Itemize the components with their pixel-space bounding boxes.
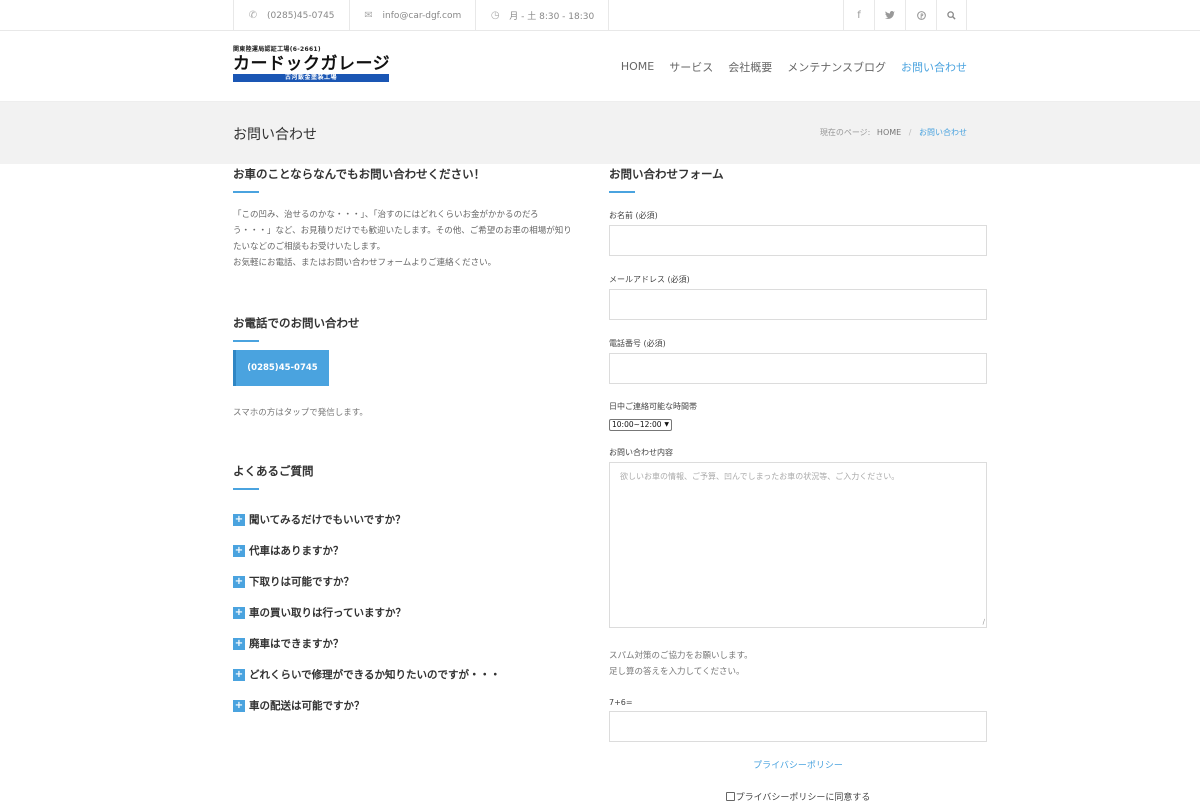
nav-services[interactable]: サービス [669, 59, 713, 75]
spam-note: スパム対策のご協力をお願いします。 足し算の答えを入力してください。 [609, 648, 987, 680]
message-placeholder: 欲しいお車の情報、ご予算、凹んでしまったお車の状況等、ご入力ください。 [620, 472, 900, 481]
faq-question: 車の配送は可能ですか？ [249, 700, 365, 712]
page-heading-bar: お問い合わせ 現在のページ: HOME / お問い合わせ [0, 102, 1200, 164]
title-underline [233, 191, 259, 193]
title-underline [233, 340, 259, 342]
plus-icon: + [233, 513, 245, 526]
nav-company[interactable]: 会社概要 [728, 59, 772, 75]
plus-icon: + [233, 668, 245, 681]
clock-icon: ◷ [490, 10, 500, 21]
email-field[interactable] [609, 289, 987, 320]
faq-question: どれくらいで修理ができるか知りたいのですが・・・ [249, 669, 501, 681]
time-select[interactable]: 10:00~12:00 ▼ [609, 419, 672, 431]
faq-item[interactable]: + 車の買い取りは行っていますか？ [233, 597, 588, 628]
intro-text: 「この凹み、治せるのかな・・・」、「治すのにはどれくらいお金がかかるのだろ う・… [233, 207, 588, 271]
faq-item[interactable]: + 代車はありますか？ [233, 535, 588, 566]
top-bar: ✆ (0285)45-0745 ✉ info@car-dgf.com ◷ 月 -… [0, 0, 1200, 31]
email-label: メールアドレス (必須) [609, 275, 690, 284]
faq-title: よくあるご質問 [233, 464, 314, 478]
spam-note-line: 足し算の答えを入力してください。 [609, 667, 745, 677]
intro-line: たいなどのご相談もお受けいたします。 [233, 242, 386, 252]
breadcrumb-separator: / [908, 128, 912, 137]
name-field[interactable] [609, 225, 987, 256]
intro-line: 「この凹み、治せるのかな・・・」、「治すのにはどれくらいお金がかかるのだろ [233, 210, 539, 220]
plus-icon: + [233, 575, 245, 588]
intro-title: お車のことならなんでもお問い合わせください！ [233, 167, 486, 181]
faq-item[interactable]: + 聞いてみるだけでもいいですか？ [233, 504, 588, 535]
nav-blog[interactable]: メンテナンスブログ [787, 59, 886, 75]
faq-question: 代車はありますか？ [249, 545, 344, 557]
plus-icon: + [233, 606, 245, 619]
faq-item[interactable]: + どれくらいで修理ができるか知りたいのですが・・・ [233, 659, 588, 690]
main-nav: HOME サービス 会社概要 メンテナンスブログ お問い合わせ [606, 31, 967, 102]
nav-home[interactable]: HOME [621, 60, 654, 73]
faq-question: 聞いてみるだけでもいいですか？ [249, 514, 406, 526]
intro-line: う・・・」など、お見積りだけでも歓迎いたします。その他、ご希望のお車の相場が知り [233, 226, 572, 236]
topbar-email-text: info@car-dgf.com [382, 10, 462, 21]
privacy-policy-link[interactable]: プライバシーポリシー [609, 758, 987, 771]
pinterest-icon[interactable] [905, 0, 936, 31]
logo-tagline: 関東陸運局認証工場(6-2661) [233, 46, 321, 53]
logo-name: カードックガレージ [233, 54, 391, 74]
plus-icon: + [233, 637, 245, 650]
message-textarea[interactable]: 欲しいお車の情報、ご予算、凹んでしまったお車の状況等、ご入力ください。 ∕ [609, 462, 987, 628]
topbar-phone-text: (0285)45-0745 [267, 10, 335, 21]
search-icon[interactable] [936, 0, 967, 31]
breadcrumb: 現在のページ: HOME / お問い合わせ [820, 127, 967, 138]
intro-line: お気軽にお電話、またはお問い合わせフォームよりご連絡ください。 [233, 258, 497, 268]
faq-question: 車の買い取りは行っていますか？ [249, 607, 406, 619]
topbar-hours-text: 月 - 土 8:30 - 18:30 [509, 12, 595, 22]
contact-form: お問い合わせフォーム お名前 (必須) メールアドレス (必須) 電話番号 (必… [609, 164, 987, 803]
breadcrumb-home[interactable]: HOME [877, 128, 901, 137]
captcha-label: 7+6= [609, 698, 633, 707]
spam-note-line: スパム対策のご協力をお願いします。 [609, 651, 753, 661]
faq-item[interactable]: + 廃車はできますか？ [233, 628, 588, 659]
twitter-icon[interactable] [874, 0, 905, 31]
name-label: お名前 (必須) [609, 211, 658, 220]
form-title: お問い合わせフォーム [609, 167, 724, 181]
phone-note: スマホの方はタップで発信します。 [233, 408, 368, 418]
facebook-icon[interactable]: f [843, 0, 874, 31]
captcha-field[interactable] [609, 711, 987, 742]
resize-grip-icon[interactable]: ∕ [983, 618, 985, 626]
faq-list: + 聞いてみるだけでもいいですか？ + 代車はありますか？ + 下取りは可能ですか？ … [233, 504, 588, 721]
message-label: お問い合わせ内容 [609, 448, 673, 457]
topbar-hours: ◷ 月 - 土 8:30 - 18:30 [476, 0, 610, 31]
faq-item[interactable]: + 下取りは可能ですか？ [233, 566, 588, 597]
title-underline [233, 488, 259, 490]
faq-question: 廃車はできますか？ [249, 638, 344, 650]
tel-field[interactable] [609, 353, 987, 384]
envelope-icon: ✉ [364, 10, 373, 21]
phone-call-button[interactable]: (0285)45-0745 [233, 350, 329, 386]
title-underline [609, 191, 635, 193]
topbar-phone[interactable]: ✆ (0285)45-0745 [233, 0, 350, 31]
privacy-agree-label: プライバシーポリシーに同意する [735, 793, 871, 803]
left-column: お車のことならなんでもお問い合わせください！ 「この凹み、治せるのかな・・・」、… [233, 164, 588, 721]
site-header: 関東陸運局認証工場(6-2661) カードックガレージ 古河鈑金塗装工場 HOM… [0, 31, 1200, 102]
faq-question: 下取りは可能ですか？ [249, 576, 354, 588]
time-select-value: 10:00~12:00 [612, 420, 662, 429]
topbar-email[interactable]: ✉ info@car-dgf.com [350, 0, 477, 31]
chevron-down-icon: ▼ [664, 421, 669, 428]
nav-contact[interactable]: お問い合わせ [901, 59, 967, 75]
phone-section-title: お電話でのお問い合わせ [233, 316, 360, 330]
plus-icon: + [233, 544, 245, 557]
page-title: お問い合わせ [233, 127, 317, 143]
faq-item[interactable]: + 車の配送は可能ですか？ [233, 690, 588, 721]
time-label: 日中ご連絡可能な時間帯 [609, 402, 697, 411]
breadcrumb-current: お問い合わせ [919, 128, 967, 137]
breadcrumb-prefix: 現在のページ: [819, 128, 871, 137]
phone-icon: ✆ [248, 10, 258, 21]
privacy-agree[interactable]: プライバシーポリシーに同意する [609, 790, 987, 803]
site-logo[interactable]: 関東陸運局認証工場(6-2661) カードックガレージ 古河鈑金塗装工場 [233, 46, 391, 86]
logo-subtitle: 古河鈑金塗装工場 [233, 74, 389, 82]
plus-icon: + [233, 699, 245, 712]
tel-label: 電話番号 (必須) [609, 339, 666, 348]
